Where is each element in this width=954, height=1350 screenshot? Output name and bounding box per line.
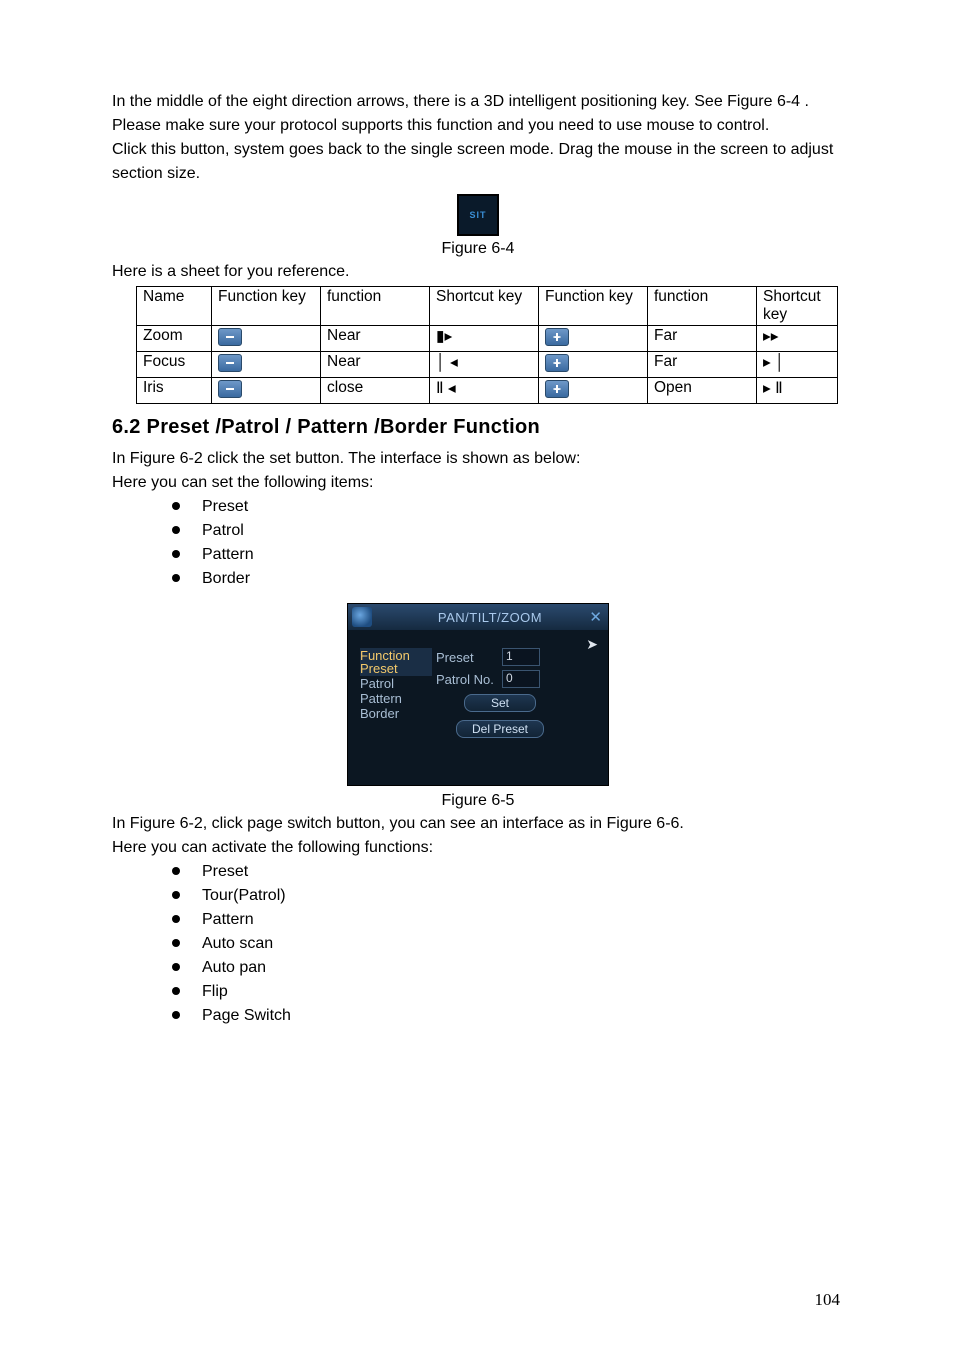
- list-item: Auto scan: [172, 932, 844, 956]
- del-preset-button[interactable]: Del Preset: [456, 720, 544, 738]
- ptz-function-item[interactable]: Pattern: [360, 691, 432, 706]
- ptz-function-item-selected[interactable]: Preset: [360, 661, 432, 676]
- paragraph: Here you can activate the following func…: [112, 836, 844, 860]
- cell-sk: ▸▸: [757, 326, 838, 352]
- minus-icon: [218, 328, 242, 346]
- cell-key: [539, 326, 648, 352]
- list-item: Preset: [172, 495, 844, 519]
- cell-sk: ▮▸: [430, 326, 539, 352]
- th-function-key-2: Function key: [539, 287, 648, 326]
- th-function: function: [321, 287, 430, 326]
- paragraph: In Figure 6-2 click the set button. The …: [112, 447, 844, 471]
- minus-icon: [218, 354, 242, 372]
- patrol-no-input[interactable]: 0: [502, 670, 540, 688]
- th-function-2: function: [648, 287, 757, 326]
- paragraph: In Figure 6-2, click page switch button,…: [112, 812, 844, 836]
- cell-fn: close: [321, 378, 430, 404]
- cell-name: Focus: [137, 352, 212, 378]
- cell-key: [212, 352, 321, 378]
- cell-sk: │ ◂: [430, 352, 539, 378]
- list-item: Preset: [172, 860, 844, 884]
- plus-icon: [545, 354, 569, 372]
- list-item: Border: [172, 567, 844, 591]
- cell-fn: Near: [321, 352, 430, 378]
- preset-input[interactable]: 1: [502, 648, 540, 666]
- cell-fn: Near: [321, 326, 430, 352]
- ptz-function-item[interactable]: Patrol: [360, 676, 432, 691]
- cell-sk: Ⅱ ◂: [430, 378, 539, 404]
- cell-name: Iris: [137, 378, 212, 404]
- ptz-icon: [352, 607, 372, 627]
- cell-key: [539, 352, 648, 378]
- cursor-icon: ➤: [586, 636, 598, 653]
- ptz-dialog-titlebar: PAN/TILT/ZOOM ✕: [348, 604, 608, 630]
- ptz-function-item[interactable]: Border: [360, 706, 432, 721]
- th-function-key: Function key: [212, 287, 321, 326]
- sit-label: SIT: [469, 210, 486, 220]
- cell-name: Zoom: [137, 326, 212, 352]
- preset-label: Preset: [436, 650, 502, 665]
- cell-key: [539, 378, 648, 404]
- sit-3d-key: SIT: [457, 194, 499, 236]
- figure-caption-6-5: Figure 6-5: [112, 792, 844, 810]
- paragraph: In the middle of the eight direction arr…: [112, 90, 844, 138]
- list-item: Pattern: [172, 908, 844, 932]
- th-shortcut-key: Shortcut key: [430, 287, 539, 326]
- cell-sk: ▸ │: [757, 352, 838, 378]
- set-button[interactable]: Set: [464, 694, 536, 712]
- paragraph: Here you can set the following items:: [112, 471, 844, 495]
- cell-sk: ▸ Ⅱ: [757, 378, 838, 404]
- th-name: Name: [137, 287, 212, 326]
- plus-icon: [545, 380, 569, 398]
- list-item: Tour(Patrol): [172, 884, 844, 908]
- list-item: Page Switch: [172, 1004, 844, 1028]
- paragraph: Click this button, system goes back to t…: [112, 138, 844, 186]
- close-icon[interactable]: ✕: [589, 608, 602, 626]
- figure-caption-6-4: Figure 6-4: [112, 240, 844, 258]
- settable-items-list: Preset Patrol Pattern Border: [172, 495, 844, 591]
- list-item: Flip: [172, 980, 844, 1004]
- reference-sheet-table: Name Function key function Shortcut key …: [136, 286, 838, 404]
- table-header-row: Name Function key function Shortcut key …: [137, 287, 838, 326]
- activatable-functions-list: Preset Tour(Patrol) Pattern Auto scan Au…: [172, 860, 844, 1028]
- cell-fn: Far: [648, 352, 757, 378]
- cell-key: [212, 326, 321, 352]
- table-row: Focus Near │ ◂ Far ▸ │: [137, 352, 838, 378]
- plus-icon: [545, 328, 569, 346]
- patrol-no-label: Patrol No.: [436, 672, 502, 687]
- list-item: Pattern: [172, 543, 844, 567]
- cell-key: [212, 378, 321, 404]
- th-shortcut-key-2: Shortcut key: [757, 287, 838, 326]
- cell-fn: Open: [648, 378, 757, 404]
- cell-fn: Far: [648, 326, 757, 352]
- table-row: Iris close Ⅱ ◂ Open ▸ Ⅱ: [137, 378, 838, 404]
- sheet-intro: Here is a sheet for you reference.: [112, 260, 844, 284]
- minus-icon: [218, 380, 242, 398]
- ptz-dialog: PAN/TILT/ZOOM ✕ ➤ Function Preset Patrol…: [347, 603, 609, 786]
- table-row: Zoom Near ▮▸ Far ▸▸: [137, 326, 838, 352]
- list-item: Patrol: [172, 519, 844, 543]
- page-number: 104: [815, 1290, 841, 1310]
- section-heading-6-2: 6.2 Preset /Patrol / Pattern /Border Fun…: [112, 416, 844, 439]
- list-item: Auto pan: [172, 956, 844, 980]
- ptz-dialog-title: PAN/TILT/ZOOM: [372, 610, 608, 625]
